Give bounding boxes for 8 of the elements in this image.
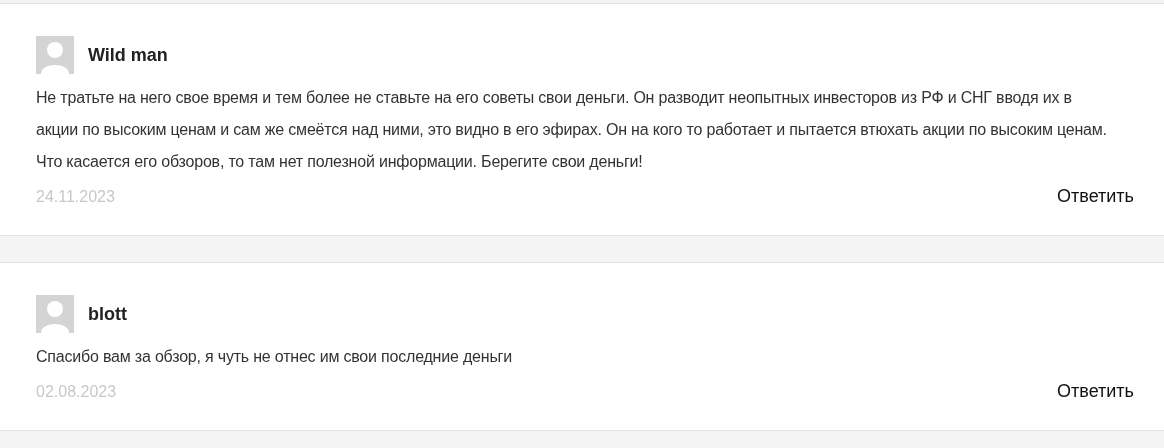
comment-text: Спасибо вам за обзор, я чуть не отнес им свои последние деньги: [36, 347, 513, 367]
reply-link[interactable]: Ответить: [1057, 381, 1134, 402]
author-name: Wild man: [88, 44, 168, 66]
avatar-icon: [36, 36, 74, 74]
reply-link[interactable]: Ответить: [1057, 186, 1134, 207]
author-name: blott: [88, 303, 127, 325]
avatar-icon: [36, 295, 74, 333]
comment-text: Не тратьте на него свое время и тем более не ставьте на его советы свои деньги. Он разводит неопытных инвесторов из РФ и СНГ вводя их в акции по высоким ценам и сам же смеётся над ними, это видно в его эфирах. Он на кого то работает и пытается втюхать акции по высоким ценам. Что касается его обзоров, то там нет полезной информации. Берегите свои деньги!: [36, 88, 1108, 172]
